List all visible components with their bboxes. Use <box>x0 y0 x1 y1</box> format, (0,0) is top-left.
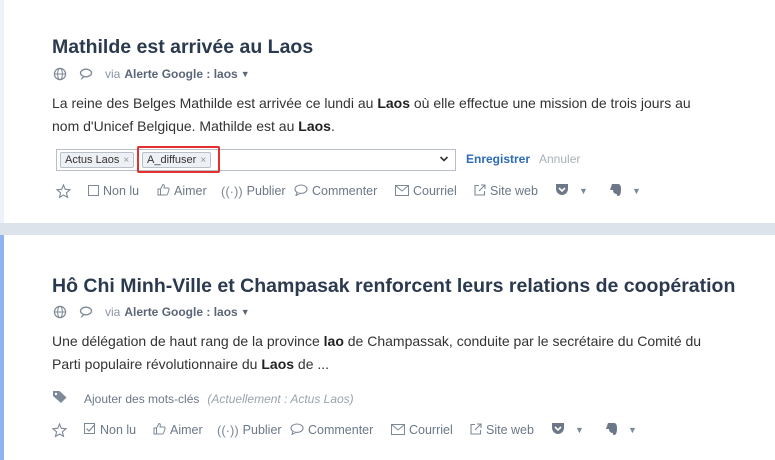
broadcast-icon: ((·)) <box>217 422 239 438</box>
checkbox-icon <box>88 184 99 199</box>
article-meta: via Alerte Google : laos ▼ <box>53 305 250 319</box>
mail-icon <box>391 423 405 438</box>
publish-button[interactable]: ((·)) Publier <box>221 184 294 199</box>
star-icon[interactable] <box>52 422 84 438</box>
article-summary: La reine des Belges Mathilde est arrivée… <box>52 95 691 134</box>
chevron-down-icon: ▼ <box>579 186 588 196</box>
pocket-button[interactable]: ▼ <box>555 183 609 199</box>
external-link-icon <box>474 183 486 199</box>
article-title[interactable]: Hô Chi Minh-Ville et Champasak renforcen… <box>52 275 735 298</box>
action-bar: Non lu Aimer ((·)) Publier Commenter Cour… <box>52 422 649 438</box>
article-meta: via Alerte Google : laos ▼ <box>53 67 250 81</box>
highlight-box <box>137 146 220 173</box>
globe-icon[interactable] <box>53 67 67 81</box>
add-keywords-link[interactable]: Ajouter des mots-clés <box>84 392 199 406</box>
pocket-button[interactable]: ▼ <box>551 422 605 438</box>
evernote-button[interactable]: ▼ <box>605 422 649 439</box>
chevron-down-icon: ▼ <box>632 186 641 196</box>
checkbox-icon <box>84 422 96 438</box>
chevron-down-icon[interactable]: ▼ <box>241 69 250 79</box>
source-link[interactable]: Alerte Google : laos <box>124 305 237 319</box>
current-keywords: (Actuellement : Actus Laos) <box>207 391 354 406</box>
evernote-icon <box>605 422 618 439</box>
thumbs-up-icon <box>153 422 166 438</box>
cancel-button[interactable]: Annuler <box>539 152 580 166</box>
via-label: via <box>105 67 121 81</box>
remove-tag-icon[interactable]: × <box>123 155 129 166</box>
evernote-button[interactable]: ▼ <box>609 183 653 200</box>
globe-icon[interactable] <box>53 305 67 319</box>
source-link[interactable]: Alerte Google : laos <box>124 67 237 81</box>
like-button[interactable]: Aimer <box>157 183 221 199</box>
article-summary: Une délégation de haut rang de la provin… <box>52 333 702 372</box>
not-read-button[interactable]: Non lu <box>84 422 153 438</box>
pocket-icon <box>551 422 565 438</box>
evernote-icon <box>609 183 622 200</box>
action-bar: Non lu Aimer ((·)) Publier Commenter Cour… <box>56 183 653 199</box>
save-button[interactable]: Enregistrer <box>466 152 530 166</box>
tags-input[interactable]: Actus Laos × A_diffuser × <box>56 149 456 171</box>
comment-icon <box>294 183 308 199</box>
article-card-1: Mathilde est arrivée au Laos via Alerte … <box>0 0 775 223</box>
tag-chip: Actus Laos × <box>60 152 135 168</box>
comment-icon <box>290 422 304 438</box>
comment-button[interactable]: Commenter <box>290 422 391 438</box>
article-title[interactable]: Mathilde est arrivée au Laos <box>52 36 313 59</box>
email-button[interactable]: Courriel <box>391 423 470 438</box>
email-button[interactable]: Courriel <box>395 184 474 199</box>
tag-icon <box>52 390 68 407</box>
feed-icon[interactable] <box>79 67 93 81</box>
pocket-icon <box>555 183 569 199</box>
chevron-down-icon[interactable] <box>439 153 449 168</box>
chevron-down-icon: ▼ <box>575 425 584 435</box>
keywords-row: Ajouter des mots-clés (Actuellement : Ac… <box>52 390 354 407</box>
website-button[interactable]: Site web <box>474 183 555 199</box>
via-label: via <box>105 305 121 319</box>
external-link-icon <box>470 422 482 438</box>
broadcast-icon: ((·)) <box>221 183 243 199</box>
website-button[interactable]: Site web <box>470 422 551 438</box>
thumbs-up-icon <box>157 183 170 199</box>
feed-icon[interactable] <box>79 305 93 319</box>
comment-button[interactable]: Commenter <box>294 183 395 199</box>
not-read-button[interactable]: Non lu <box>88 184 157 199</box>
like-button[interactable]: Aimer <box>153 422 217 438</box>
publish-button[interactable]: ((·)) Publier <box>217 423 290 438</box>
mail-icon <box>395 184 409 199</box>
star-icon[interactable] <box>56 183 88 199</box>
chevron-down-icon: ▼ <box>628 425 637 435</box>
chevron-down-icon[interactable]: ▼ <box>241 307 250 317</box>
